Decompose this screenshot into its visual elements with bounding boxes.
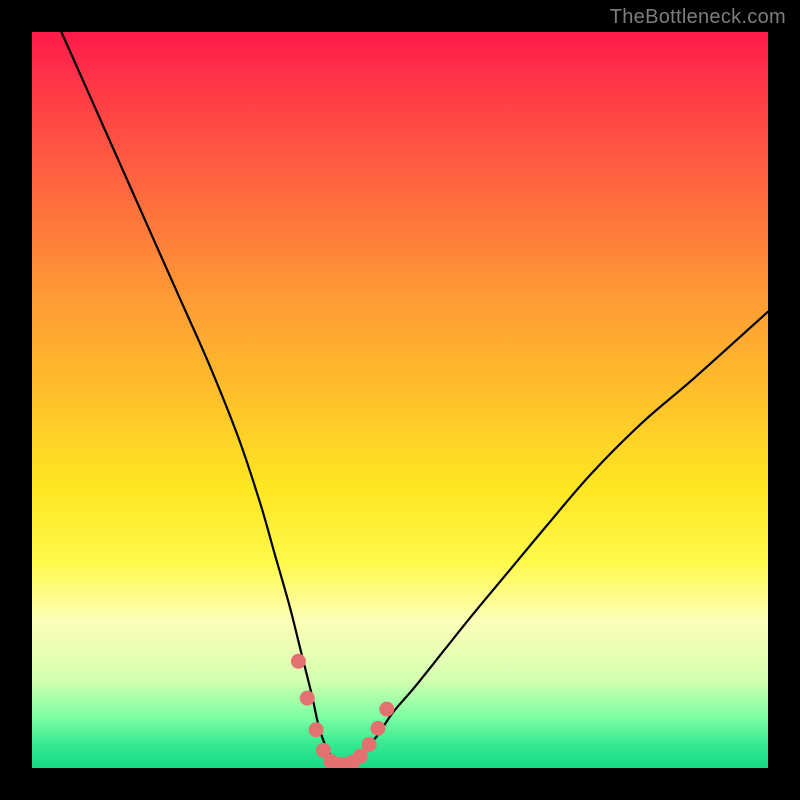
chart-svg	[32, 32, 768, 768]
plot-area	[32, 32, 768, 768]
bottleneck-curve-line	[61, 32, 768, 765]
highlight-dot	[370, 721, 385, 736]
highlight-dot	[309, 722, 324, 737]
highlight-dot	[300, 691, 315, 706]
chart-frame: TheBottleneck.com	[0, 0, 800, 800]
highlight-dot	[291, 654, 306, 669]
watermark-label: TheBottleneck.com	[610, 6, 786, 29]
highlight-dot	[362, 737, 377, 752]
highlight-dot	[379, 702, 394, 717]
